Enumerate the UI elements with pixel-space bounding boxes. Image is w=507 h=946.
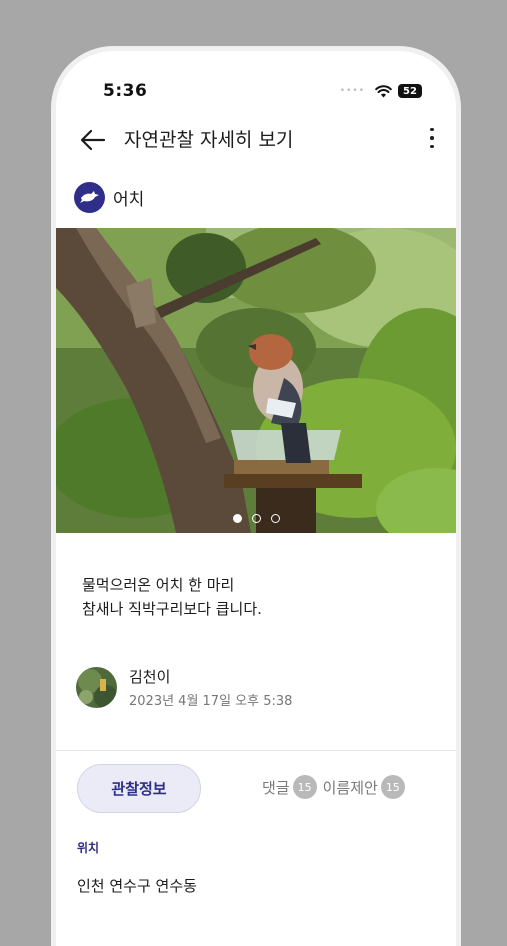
back-arrow-icon xyxy=(80,129,106,151)
status-icons: •••• 52 xyxy=(340,82,422,100)
tab-name-suggestion[interactable]: 이름제안 15 xyxy=(323,775,405,799)
jay-photo-image xyxy=(56,228,456,533)
species-row[interactable]: 어치 xyxy=(74,181,144,213)
tab-observation-info[interactable]: 관찰정보 xyxy=(77,764,201,813)
bird-icon xyxy=(74,181,105,213)
more-options-button[interactable] xyxy=(422,123,442,153)
tab-comments[interactable]: 댓글 15 xyxy=(262,775,317,799)
battery-icon: 52 xyxy=(398,84,422,98)
signal-dots-icon: •••• xyxy=(339,86,365,96)
author-name: 김천이 xyxy=(129,668,171,686)
post-date: 2023년 4월 17일 오후 5:38 xyxy=(129,694,293,709)
carousel-dot[interactable] xyxy=(232,514,242,523)
divider xyxy=(56,750,456,751)
avatar xyxy=(76,667,117,708)
location-value: 인천 연수구 연수동 xyxy=(77,877,197,895)
tab-comments-label: 댓글 xyxy=(262,778,290,797)
carousel-indicator[interactable] xyxy=(56,514,456,523)
app-screen: 5:36 •••• 52 자연관찰 자세히 보기 어치 물먹으러온 어치 한 마… xyxy=(56,51,456,946)
observation-photo[interactable] xyxy=(56,228,456,533)
wifi-icon xyxy=(375,84,392,97)
app-header: 자연관찰 자세히 보기 xyxy=(56,117,456,161)
author-info: 김천이 2023년 4월 17일 오후 5:38 xyxy=(129,666,292,709)
page-title: 자연관찰 자세히 보기 xyxy=(124,129,294,151)
description-line: 참새나 직박구리보다 큽니다. xyxy=(82,600,262,618)
description-line: 물먹으러온 어치 한 마리 xyxy=(82,576,235,594)
tab-name-suggestion-label: 이름제안 xyxy=(322,778,378,797)
phone-frame: 5:36 •••• 52 자연관찰 자세히 보기 어치 물먹으러온 어치 한 마… xyxy=(51,46,461,946)
tab-group: 댓글 15 이름제안 15 xyxy=(262,775,407,799)
carousel-dot[interactable] xyxy=(270,514,280,523)
comments-count-badge: 15 xyxy=(292,775,317,799)
more-vertical-icon xyxy=(430,127,434,132)
post-description: 물먹으러온 어치 한 마리 참새나 직박구리보다 큽니다. xyxy=(82,573,262,621)
author-row[interactable]: 김천이 2023년 4월 17일 오후 5:38 xyxy=(76,666,292,709)
back-button[interactable] xyxy=(78,125,108,155)
name-suggestion-count-badge: 15 xyxy=(380,775,405,799)
carousel-dot[interactable] xyxy=(251,514,261,523)
status-time: 5:36 xyxy=(103,81,148,101)
species-name: 어치 xyxy=(113,189,145,210)
location-label: 위치 xyxy=(77,841,100,855)
